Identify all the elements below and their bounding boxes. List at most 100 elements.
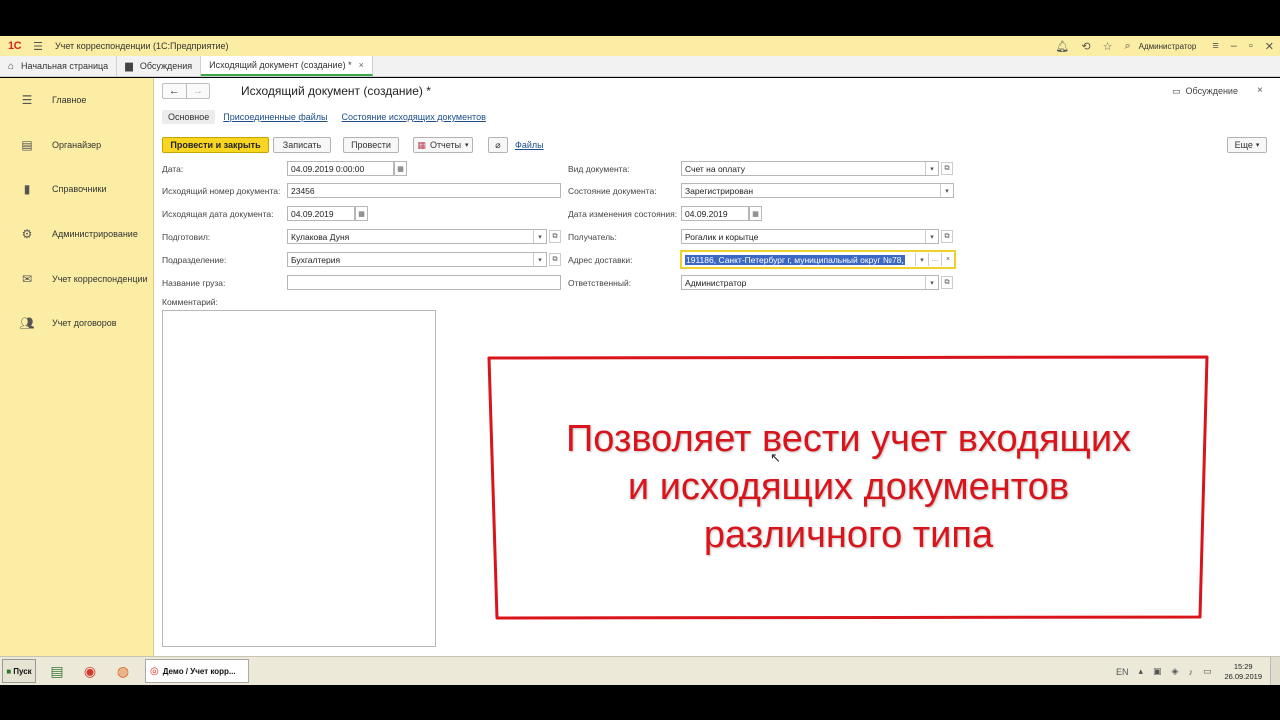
sections-panel: ☰ Главное ▤ Органайзер ▮ Справочники ⚙ А… [0, 78, 154, 656]
post-button[interactable]: Провести [343, 137, 399, 153]
letterbox-top [0, 0, 1280, 36]
back-arrow-icon[interactable]: ← [163, 84, 186, 98]
sidebar-item-administration[interactable]: ⚙ Администрирование [0, 219, 154, 249]
close-icon[interactable]: ✕ [1265, 40, 1274, 53]
doc-state-field[interactable]: Зарегистрирован ▾ [681, 183, 954, 198]
sidebar-item-correspondence[interactable]: ✉ Учет корреспонденции [0, 264, 154, 294]
dropdown-icon[interactable]: ▾ [925, 276, 938, 289]
callout-line-1: Позволяет вести учет входящих [565, 418, 1132, 460]
callout-line-2: и исходящих документов [627, 466, 1070, 508]
files-link[interactable]: Файлы [515, 140, 544, 150]
more-label: Еще [1234, 140, 1253, 150]
dropdown-icon[interactable]: ▾ [925, 230, 938, 243]
open-icon[interactable]: ⧉ [549, 253, 561, 266]
out-number-label: Исходящий номер документа: [162, 186, 281, 196]
1c-app-icon: ◎ [150, 665, 159, 677]
dropdown-icon[interactable]: ▾ [915, 253, 928, 266]
open-icon[interactable]: ⧉ [941, 276, 953, 289]
ellipsis-icon[interactable]: … [928, 253, 941, 266]
sidebar-item-main[interactable]: ☰ Главное [0, 85, 154, 115]
clock[interactable]: 15:29 26.09.2019 [1224, 662, 1262, 682]
department-field[interactable]: Бухгалтерия ▾ ⧉ [287, 252, 561, 267]
dropdown-icon[interactable]: ▾ [533, 253, 546, 266]
sidebar-item-catalogs[interactable]: ▮ Справочники [0, 174, 154, 204]
minimize-icon[interactable]: ‒ [1231, 40, 1237, 52]
close-form-icon[interactable]: × [1257, 85, 1263, 96]
clock-date: 26.09.2019 [1224, 671, 1262, 681]
subtab-attached-files[interactable]: Присоединенные файлы [217, 110, 333, 124]
dropdown-icon[interactable]: ▾ [925, 162, 938, 175]
chat-icon: ▭ [1172, 86, 1181, 96]
sidebar-item-label: Учет корреспонденции [52, 274, 148, 284]
sidebar-item-contracts[interactable]: 👥︎ Учет договоров [0, 308, 154, 338]
language-indicator[interactable]: EN [1116, 667, 1129, 677]
out-date-field[interactable]: 04.09.2019 [287, 206, 355, 221]
sidebar-item-organizer[interactable]: ▤ Органайзер [0, 130, 154, 160]
delivery-address-field[interactable]: 191186, Санкт-Петербург г, муниципальный… [680, 250, 956, 269]
prepared-by-value: Кулакова Дуня [291, 231, 350, 242]
dropdown-icon[interactable]: ▾ [533, 230, 546, 243]
calendar-icon[interactable]: ▦ [355, 206, 368, 221]
history-icon[interactable]: ⟲ [1081, 40, 1090, 53]
bell-icon[interactable]: 🔔︎ [1055, 40, 1069, 53]
recipient-field[interactable]: Рогалик и корытце ▾ ⧉ [681, 229, 953, 244]
close-tab-icon[interactable]: × [359, 60, 364, 70]
state-date-field[interactable]: 04.09.2019 [681, 206, 749, 221]
doc-state-value: Зарегистрирован [685, 185, 754, 196]
out-number-field[interactable]: 23456 [287, 183, 561, 198]
settings-lines-icon[interactable]: ≡ [1212, 40, 1218, 52]
open-icon[interactable]: ⧉ [941, 230, 953, 243]
clear-icon[interactable]: × [941, 253, 954, 266]
dropdown-icon[interactable]: ▾ [940, 184, 953, 197]
calendar-icon[interactable]: ▦ [394, 161, 407, 176]
post-and-close-button[interactable]: Провести и закрыть [162, 137, 269, 153]
responsible-label: Ответственный: [568, 278, 632, 288]
doc-type-field[interactable]: Счет на оплату ▾ ⧉ [681, 161, 953, 176]
prepared-by-field[interactable]: Кулакова Дуня ▾ ⧉ [287, 229, 561, 244]
delivery-address-value: 191186, Санкт-Петербург г, муниципальный… [682, 254, 915, 265]
main-menu-icon[interactable]: ☰ [33, 40, 43, 53]
tab-discussions[interactable]: ▆ Обсуждения [117, 56, 202, 76]
delivery-address-label: Адрес доставки: [568, 255, 633, 265]
chrome-icon[interactable]: ◉ [78, 659, 102, 683]
save-button[interactable]: Записать [273, 137, 331, 153]
prepared-by-label: Подготовил: [162, 232, 211, 242]
cargo-name-field[interactable] [287, 275, 561, 290]
security-icon[interactable]: ◈ [1172, 666, 1179, 677]
forward-arrow-icon[interactable]: → [185, 84, 210, 98]
power-icon[interactable]: ▭ [1203, 666, 1212, 677]
state-date-label: Дата изменения состояния: [568, 209, 678, 219]
file-manager-icon[interactable]: ▤ [45, 659, 69, 683]
recipient-label: Получатель: [568, 232, 617, 242]
subtab-outgoing-states[interactable]: Состояние исходящих документов [336, 110, 492, 124]
open-icon[interactable]: ⧉ [549, 230, 561, 243]
attach-button[interactable]: ⌀ [488, 137, 508, 153]
responsible-field[interactable]: Администратор ▾ ⧉ [681, 275, 953, 290]
search-icon[interactable]: ⌕ [1124, 40, 1130, 53]
restore-icon[interactable]: ▫ [1249, 40, 1253, 52]
start-button[interactable]: ■ Пуск [2, 659, 36, 683]
volume-icon[interactable]: ♪ [1188, 667, 1193, 677]
out-date-value: 04.09.2019 [291, 208, 334, 219]
show-desktop-button[interactable] [1270, 657, 1280, 686]
date-field[interactable]: 04.09.2019 0:00:00 [287, 161, 394, 176]
star-icon[interactable]: ☆ [1103, 40, 1113, 53]
tab-home[interactable]: ⌂ Начальная страница [0, 56, 118, 76]
report-icon: ▦ [417, 139, 426, 150]
comment-field[interactable] [162, 310, 436, 647]
firefox-icon[interactable]: ◍ [111, 659, 135, 683]
tray-expand-icon[interactable]: ▴ [1138, 666, 1143, 677]
taskbar: ■ Пуск ▤ ◉ ◍ ◎ Демо / Учет корр... EN ▴ ▣ … [0, 656, 1280, 686]
discussion-button[interactable]: ▭ Обсуждение [1172, 86, 1238, 97]
network-icon[interactable]: ▣ [1153, 666, 1162, 677]
taskbar-app-1c[interactable]: ◎ Демо / Учет корр... [145, 659, 249, 683]
calendar-icon[interactable]: ▦ [749, 206, 762, 221]
cargo-name-label: Название груза: [162, 278, 226, 288]
subtab-main[interactable]: Основное [162, 110, 216, 124]
tab-outgoing-document[interactable]: Исходящий документ (создание) * × [201, 56, 373, 76]
more-button[interactable]: Еще ▾ [1227, 137, 1267, 153]
home-icon: ⌂ [8, 60, 15, 72]
user-name[interactable]: Администратор [1139, 42, 1197, 51]
reports-button[interactable]: ▦ Отчеты ▾ [413, 137, 473, 153]
open-icon[interactable]: ⧉ [941, 162, 953, 175]
